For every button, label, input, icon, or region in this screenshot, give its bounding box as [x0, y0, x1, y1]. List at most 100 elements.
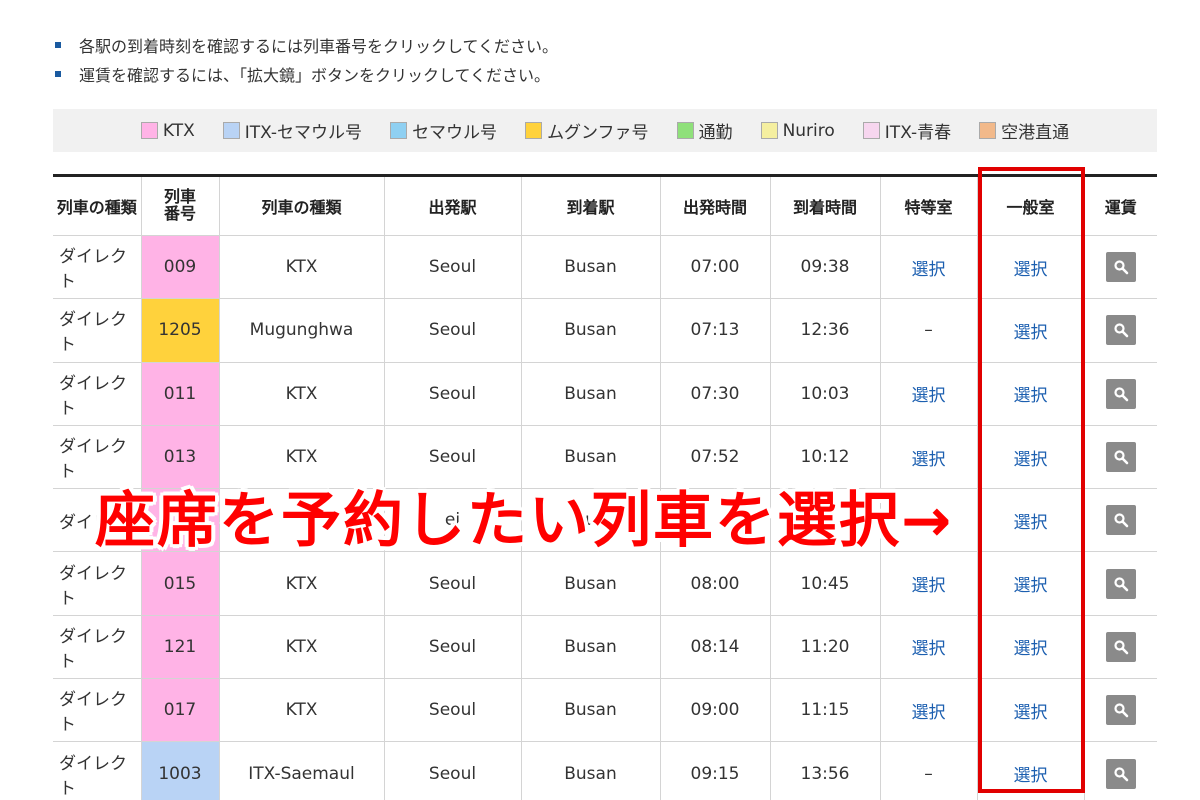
legend-label: ITX-青春: [884, 123, 952, 143]
legend-label: 空港直通: [1001, 123, 1070, 143]
departure-station-cell: Seoul: [384, 235, 522, 300]
legend-item: ITX-青春: [862, 118, 952, 143]
service-type-cell: ダイレクト: [53, 741, 142, 800]
departure-time-cell: 07:30: [660, 362, 771, 426]
departure-station-cell: Seoul: [384, 678, 522, 743]
legend-swatch: [222, 122, 240, 139]
fare-cell: [1084, 551, 1157, 616]
arrival-time-cell: 10:03: [770, 362, 881, 426]
select-general-link[interactable]: 選択: [1014, 450, 1048, 470]
select-general-link[interactable]: 選択: [1014, 576, 1048, 596]
service-type-cell: ダイレクト: [53, 551, 142, 616]
header-service-type: 列車の種類: [53, 175, 142, 236]
magnifier-icon[interactable]: [1105, 631, 1136, 662]
legend-label: Nuriro: [782, 120, 835, 141]
arrival-time-cell: 09:38: [770, 235, 881, 300]
departure-time-cell: 08:00: [660, 551, 771, 616]
note-text: 運賃を確認するには、「拡大鏡」ボタンをクリックしてください。: [79, 65, 551, 85]
arrival-time-cell: 12:36: [770, 298, 881, 363]
arrival-time-cell: 13:56: [770, 741, 881, 800]
bullet-icon: [55, 41, 61, 48]
general-cell: 選択: [977, 678, 1085, 743]
magnifier-icon[interactable]: [1105, 378, 1136, 409]
train-number-link[interactable]: 017: [141, 678, 220, 743]
table-row: ダイレクト 009 KTX Seoul Busan 07:00 09:38 選択 選択: [53, 235, 1157, 300]
general-cell: 選択: [977, 362, 1085, 426]
table-row: ダイレクト 121 KTX Seoul Busan 08:14 11:20 選択 選択: [53, 615, 1157, 680]
table-row: ダイレクト 011 KTX Seoul Busan 07:30 10:03 選択 選択: [53, 362, 1157, 426]
header-departure-station: 出発駅: [384, 175, 522, 236]
train-number-link[interactable]: 1205: [141, 298, 220, 363]
magnifier-icon[interactable]: [1105, 695, 1136, 726]
select-first-class-link[interactable]: 選択: [912, 386, 946, 406]
first-class-cell: 選択: [880, 551, 978, 616]
fare-cell: [1084, 741, 1157, 800]
arrival-time-cell: 10:45: [770, 551, 881, 616]
legend-label: KTX: [162, 120, 195, 141]
select-general-link[interactable]: 選択: [1014, 513, 1048, 533]
instruction-notes: 各駅の到着時刻を確認するには列車番号をクリックしてください。 運賃を確認するには…: [55, 30, 558, 88]
general-cell: 選択: [977, 298, 1085, 363]
fare-cell: [1084, 362, 1157, 426]
first-class-cell: 選択: [880, 615, 978, 680]
bullet-icon: [55, 70, 61, 77]
magnifier-icon[interactable]: [1105, 505, 1136, 536]
select-first-class-link[interactable]: 選択: [912, 450, 946, 470]
table-row: ダイレクト 015 KTX Seoul Busan 08:00 10:45 選択 選択: [53, 551, 1157, 616]
arrival-time-cell: 11:15: [770, 678, 881, 743]
select-first-class-link[interactable]: 選択: [912, 639, 946, 659]
legend-label: セマウル号: [412, 123, 498, 143]
select-first-class-link[interactable]: 選択: [912, 260, 946, 280]
train-number-link[interactable]: 121: [141, 615, 220, 680]
train-number-link[interactable]: 011: [141, 362, 220, 426]
service-type-cell: ダイレクト: [53, 615, 142, 680]
table-row: ダイレクト 1205 Mugunghwa Seoul Busan 07:13 12:36– 選…: [53, 298, 1157, 363]
header-fare: 運賃: [1084, 175, 1157, 236]
select-general-link[interactable]: 選択: [1014, 766, 1048, 786]
service-type-cell: ダイレクト: [53, 362, 142, 426]
train-type-cell: KTX: [219, 615, 385, 680]
service-type-cell: ダイレクト: [53, 678, 142, 743]
train-number-link[interactable]: 1003: [141, 741, 220, 800]
select-first-class-link[interactable]: 選択: [912, 576, 946, 596]
fare-cell: [1084, 235, 1157, 300]
train-type-cell: KTX: [219, 551, 385, 616]
fare-cell: [1084, 678, 1157, 743]
departure-time-cell: 08:14: [660, 615, 771, 680]
magnifier-icon[interactable]: [1105, 442, 1136, 473]
select-general-link[interactable]: 選択: [1014, 386, 1048, 406]
arrival-station-cell: Busan: [521, 298, 661, 363]
header-first-class: 特等室: [880, 175, 978, 236]
select-general-link[interactable]: 選択: [1014, 260, 1048, 280]
table-header-row: 列車の種類 列車 番号 列車の種類 出発駅 到着駅 出発時間 到着時間 特等室 …: [53, 175, 1157, 236]
train-type-legend: KTX ITX-セマウル号 セマウル号 ムグンファ号 通勤 Nuriro ITX-青春 空港直…: [53, 109, 1157, 152]
header-arrival-station: 到着駅: [521, 175, 661, 236]
train-type-cell: ITX-Saemaul: [219, 741, 385, 800]
select-general-link[interactable]: 選択: [1014, 323, 1048, 343]
select-general-link[interactable]: 選択: [1014, 639, 1048, 659]
departure-time-cell: 07:00: [660, 235, 771, 300]
general-cell: 選択: [977, 551, 1085, 616]
magnifier-icon[interactable]: [1105, 252, 1136, 283]
first-class-cell: –: [880, 741, 978, 800]
arrival-station-cell: Busan: [521, 362, 661, 426]
departure-time-cell: 09:15: [660, 741, 771, 800]
legend-swatch: [390, 122, 408, 139]
train-number-link[interactable]: 009: [141, 235, 220, 300]
departure-station-cell: Seoul: [384, 741, 522, 800]
general-cell: 選択: [977, 235, 1085, 300]
fare-cell: [1084, 488, 1157, 553]
fare-cell: [1084, 425, 1157, 490]
first-class-cell: 選択: [880, 235, 978, 300]
table-row: ダイレクト 1003 ITX-Saemaul Seoul Busan 09:15 13:56…: [53, 741, 1157, 800]
legend-item: 空港直通: [979, 118, 1069, 143]
select-general-link[interactable]: 選択: [1014, 703, 1048, 723]
select-first-class-link[interactable]: 選択: [912, 703, 946, 723]
train-number-link[interactable]: 015: [141, 551, 220, 616]
header-train-type: 列車の種類: [219, 175, 385, 236]
note-item: 各駅の到着時刻を確認するには列車番号をクリックしてください。: [55, 30, 558, 59]
magnifier-icon[interactable]: [1105, 568, 1136, 599]
magnifier-icon[interactable]: [1105, 315, 1136, 346]
legend-swatch: [676, 122, 694, 139]
magnifier-icon[interactable]: [1105, 758, 1136, 789]
